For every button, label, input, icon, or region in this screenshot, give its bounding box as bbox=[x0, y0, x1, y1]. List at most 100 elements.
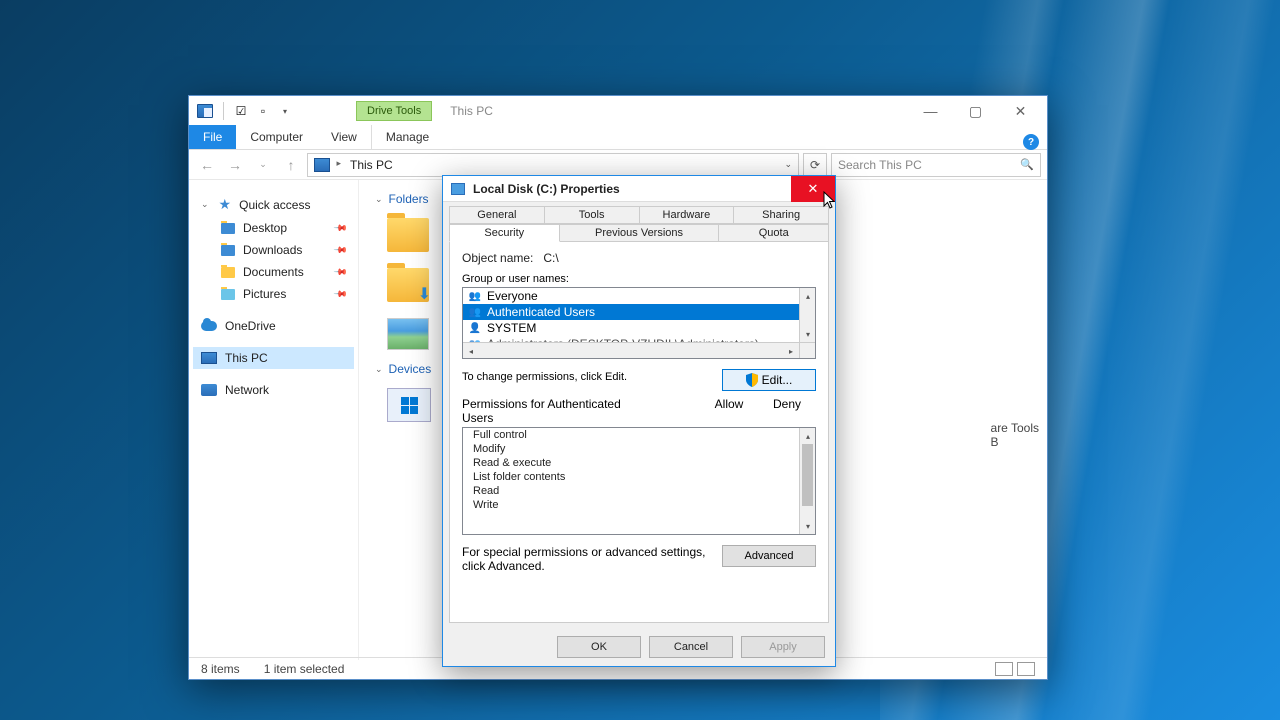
view-large-icon[interactable] bbox=[1017, 662, 1035, 676]
edit-button[interactable]: Edit... bbox=[722, 369, 816, 391]
refresh-button[interactable]: ⟳ bbox=[803, 153, 827, 177]
tab-previous-versions[interactable]: Previous Versions bbox=[559, 224, 720, 242]
tab-file[interactable]: File bbox=[189, 125, 236, 149]
deny-header: Deny bbox=[758, 397, 816, 425]
perm-read-execute: Read & execute bbox=[463, 456, 815, 470]
nav-onedrive[interactable]: OneDrive bbox=[193, 315, 354, 337]
nav-network[interactable]: Network bbox=[193, 379, 354, 401]
cancel-button[interactable]: Cancel bbox=[649, 636, 733, 658]
address-dropdown-icon[interactable]: ⌄ bbox=[784, 159, 792, 170]
change-hint: To change permissions, click Edit. bbox=[462, 371, 627, 383]
permissions-label: Permissions for Authenticated Users bbox=[462, 397, 700, 425]
scroll-left-icon[interactable]: ◂ bbox=[463, 343, 479, 359]
pc-icon bbox=[197, 104, 213, 118]
dialog-title: Local Disk (C:) Properties bbox=[473, 182, 620, 196]
tab-view[interactable]: View bbox=[317, 125, 371, 149]
forward-button[interactable]: → bbox=[223, 153, 247, 177]
users-list[interactable]: 👥Everyone 👥Authenticated Users 👤SYSTEM 👥… bbox=[462, 287, 816, 359]
allow-header: Allow bbox=[700, 397, 758, 425]
nav-pictures[interactable]: Pictures📌 bbox=[193, 283, 354, 305]
tab-security[interactable]: Security bbox=[449, 224, 560, 242]
address-bar[interactable]: This PC ⌄ bbox=[307, 153, 799, 177]
user-icon: 👤 bbox=[467, 322, 483, 334]
group-users-label: Group or user names: bbox=[462, 273, 816, 285]
nav-downloads[interactable]: Downloads📌 bbox=[193, 239, 354, 261]
pc-icon bbox=[201, 352, 217, 364]
windows-logo-icon bbox=[401, 397, 418, 414]
scroll-down-icon[interactable]: ▾ bbox=[800, 518, 816, 534]
scroll-right-icon[interactable]: ▸ bbox=[783, 343, 799, 359]
group-icon: 👥 bbox=[467, 306, 483, 318]
scroll-up-icon[interactable]: ▴ bbox=[800, 288, 816, 304]
search-input[interactable]: Search This PC 🔍 bbox=[831, 153, 1041, 177]
nav-desktop[interactable]: Desktop📌 bbox=[193, 217, 354, 239]
view-details-icon[interactable] bbox=[995, 662, 1013, 676]
search-placeholder: Search This PC bbox=[838, 158, 922, 172]
downloads-icon bbox=[221, 245, 235, 256]
qat-new-folder-icon[interactable]: ▫ bbox=[254, 102, 272, 120]
qat-properties-icon[interactable]: ☑ bbox=[232, 102, 250, 120]
folder-item[interactable] bbox=[387, 218, 429, 252]
maximize-button[interactable]: ▢ bbox=[953, 101, 998, 121]
drive-tools-tab[interactable]: Drive Tools bbox=[356, 101, 432, 121]
up-button[interactable]: ↑ bbox=[279, 153, 303, 177]
back-button[interactable]: ← bbox=[195, 153, 219, 177]
shield-icon bbox=[746, 373, 758, 387]
object-name-label: Object name: bbox=[462, 251, 533, 265]
object-name-value: C:\ bbox=[543, 251, 558, 265]
tab-manage[interactable]: Manage bbox=[371, 125, 443, 149]
scroll-down-icon[interactable]: ▾ bbox=[800, 326, 816, 342]
scroll-thumb[interactable] bbox=[802, 444, 813, 506]
ok-button[interactable]: OK bbox=[557, 636, 641, 658]
drive-item[interactable] bbox=[387, 388, 431, 422]
advanced-button[interactable]: Advanced bbox=[722, 545, 816, 567]
window-title: This PC bbox=[450, 104, 493, 118]
pin-icon: 📌 bbox=[333, 220, 349, 236]
user-row-everyone[interactable]: 👥Everyone bbox=[463, 288, 815, 304]
partial-text: are Tools B bbox=[991, 421, 1039, 449]
pin-icon: 📌 bbox=[333, 242, 349, 258]
explorer-titlebar[interactable]: ☑ ▫ ▾ Drive Tools This PC — ▢ ✕ bbox=[189, 96, 1047, 126]
nav-documents[interactable]: Documents📌 bbox=[193, 261, 354, 283]
breadcrumb[interactable]: This PC bbox=[350, 158, 393, 172]
perm-full-control: Full control bbox=[463, 428, 815, 442]
nav-this-pc[interactable]: This PC bbox=[193, 347, 354, 369]
nav-quick-access[interactable]: ⌄★Quick access bbox=[193, 192, 354, 217]
drive-icon bbox=[451, 183, 465, 195]
dialog-titlebar[interactable]: Local Disk (C:) Properties ✕ bbox=[443, 176, 835, 202]
permissions-scrollbar[interactable]: ▴ ▾ bbox=[799, 428, 815, 534]
tab-general[interactable]: General bbox=[449, 206, 545, 224]
qat-dropdown-icon[interactable]: ▾ bbox=[276, 102, 294, 120]
properties-dialog: Local Disk (C:) Properties ✕ General Too… bbox=[442, 175, 836, 667]
users-scrollbar-v[interactable]: ▴ ▾ bbox=[799, 288, 815, 342]
network-icon bbox=[201, 384, 217, 396]
minimize-button[interactable]: — bbox=[908, 101, 953, 121]
tab-computer[interactable]: Computer bbox=[236, 125, 317, 149]
close-button[interactable]: ✕ bbox=[998, 101, 1043, 121]
user-row-system[interactable]: 👤SYSTEM bbox=[463, 320, 815, 336]
tab-sharing[interactable]: Sharing bbox=[733, 206, 829, 224]
scroll-up-icon[interactable]: ▴ bbox=[800, 428, 816, 444]
documents-icon bbox=[221, 267, 235, 278]
location-pc-icon bbox=[314, 158, 330, 172]
dialog-close-button[interactable]: ✕ bbox=[791, 176, 835, 202]
group-icon: 👥 bbox=[467, 290, 483, 302]
search-icon: 🔍 bbox=[1020, 158, 1034, 171]
users-scrollbar-h[interactable]: ◂ ▸ bbox=[463, 342, 799, 358]
folder-item[interactable]: ⬇ bbox=[387, 268, 429, 302]
desktop-icon bbox=[221, 223, 235, 234]
permissions-list[interactable]: Full control Modify Read & execute List … bbox=[462, 427, 816, 535]
help-icon[interactable]: ? bbox=[1023, 134, 1039, 150]
perm-list-folder: List folder contents bbox=[463, 470, 815, 484]
apply-button[interactable]: Apply bbox=[741, 636, 825, 658]
pin-icon: 📌 bbox=[333, 264, 349, 280]
pin-icon: 📌 bbox=[333, 286, 349, 302]
user-row-authenticated[interactable]: 👥Authenticated Users bbox=[463, 304, 815, 320]
tab-hardware[interactable]: Hardware bbox=[639, 206, 735, 224]
recent-dropdown-icon[interactable]: ⌄ bbox=[251, 153, 275, 177]
perm-read: Read bbox=[463, 484, 815, 498]
security-tab-content: Object name: C:\ Group or user names: 👥E… bbox=[449, 241, 829, 623]
tab-tools[interactable]: Tools bbox=[544, 206, 640, 224]
folder-item[interactable] bbox=[387, 318, 429, 350]
tab-quota[interactable]: Quota bbox=[718, 224, 829, 242]
